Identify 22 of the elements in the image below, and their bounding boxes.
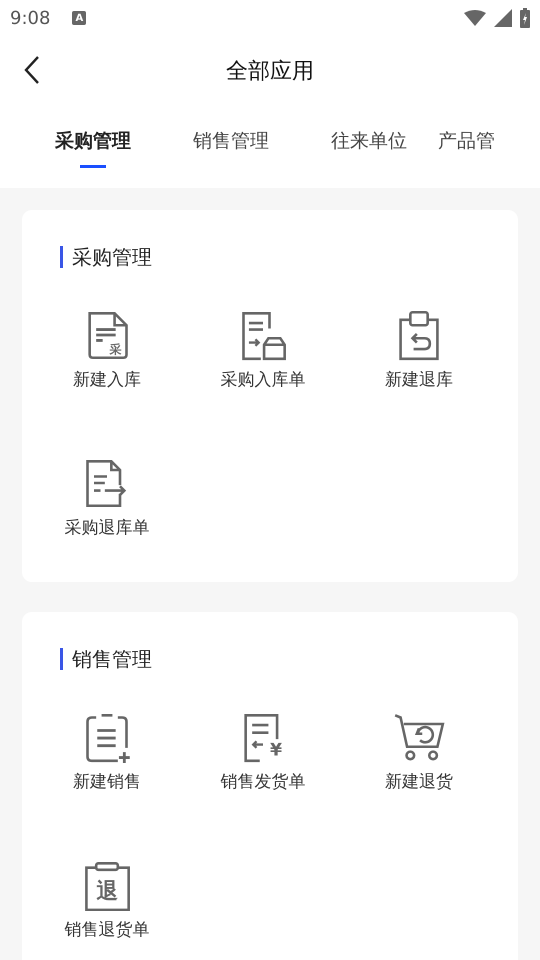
app-label[interactable]: 采购退库单 <box>64 517 150 539</box>
category-tab[interactable]: 往来单位 <box>300 128 438 167</box>
category-tab[interactable]: 产品管 <box>438 128 495 167</box>
back-icon[interactable] <box>22 55 42 85</box>
app-label[interactable]: 采购入库单 <box>220 369 306 391</box>
app-label[interactable]: 销售退货单 <box>64 919 150 941</box>
status-time: 9:08 <box>10 8 50 28</box>
signal-icon <box>494 9 512 27</box>
category-tab[interactable]: 销售管理 <box>162 128 300 167</box>
battery-icon <box>520 8 530 28</box>
app-label[interactable]: 新建退货 <box>385 771 453 793</box>
app-label[interactable]: 新建入库 <box>73 369 141 391</box>
cart-return-icon[interactable] <box>393 711 445 763</box>
app-label[interactable]: 销售发货单 <box>220 771 306 793</box>
wifi-icon <box>464 10 486 26</box>
category-tab[interactable]: 采购管理 <box>24 128 162 167</box>
notification-icon: A <box>72 11 86 25</box>
section-title: 销售管理 <box>60 648 518 670</box>
section-title: 采购管理 <box>60 246 518 268</box>
app-label[interactable]: 新建退库 <box>385 369 453 391</box>
page-title: 全部应用 <box>226 58 314 86</box>
app-label[interactable]: 新建销售 <box>73 771 141 793</box>
